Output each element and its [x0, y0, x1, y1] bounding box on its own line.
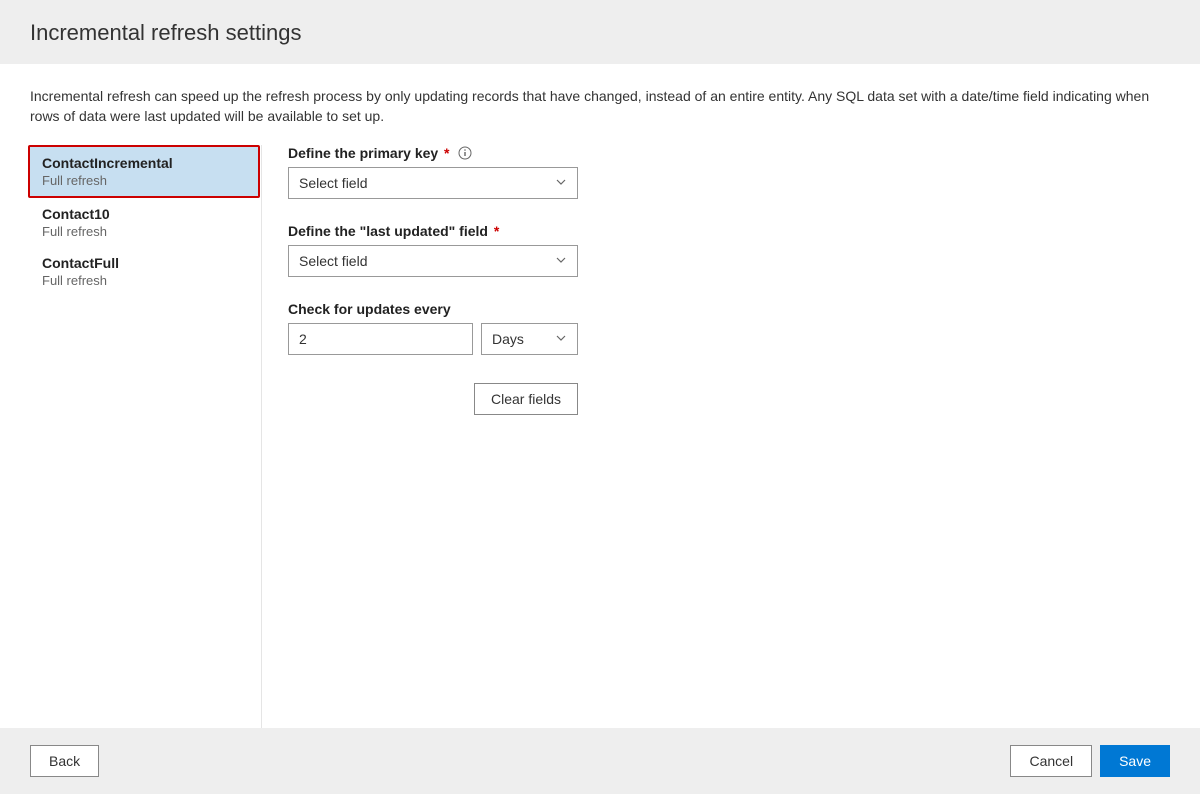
last-updated-value: Select field: [299, 253, 367, 269]
entity-name: ContactFull: [42, 255, 246, 271]
check-updates-label: Check for updates every: [288, 301, 451, 317]
save-button[interactable]: Save: [1100, 745, 1170, 777]
entity-item-contact10[interactable]: Contact10 Full refresh: [30, 198, 258, 247]
last-updated-label: Define the "last updated" field *: [288, 223, 499, 239]
chevron-down-icon: [555, 331, 567, 347]
check-unit-select[interactable]: Days: [481, 323, 578, 355]
entity-refresh-type: Full refresh: [42, 224, 246, 239]
info-icon[interactable]: [458, 146, 472, 160]
cancel-button[interactable]: Cancel: [1010, 745, 1092, 777]
entity-item-contactincremental[interactable]: ContactIncremental Full refresh: [28, 145, 260, 198]
check-unit-value: Days: [492, 331, 524, 347]
entity-refresh-type: Full refresh: [42, 273, 246, 288]
page-description: Incremental refresh can speed up the ref…: [30, 86, 1170, 127]
last-updated-select[interactable]: Select field: [288, 245, 578, 277]
settings-form: Define the primary key * Select field: [262, 145, 1170, 728]
content-panel: Incremental refresh can speed up the ref…: [0, 64, 1200, 729]
footer-bar: Back Cancel Save: [0, 728, 1200, 794]
required-indicator: *: [440, 145, 449, 161]
clear-fields-button[interactable]: Clear fields: [474, 383, 578, 415]
page-title: Incremental refresh settings: [0, 0, 1200, 64]
primary-key-label: Define the primary key *: [288, 145, 450, 161]
check-interval-input[interactable]: [288, 323, 473, 355]
entity-item-contactfull[interactable]: ContactFull Full refresh: [30, 247, 258, 296]
entity-list: ContactIncremental Full refresh Contact1…: [30, 145, 262, 728]
primary-key-value: Select field: [299, 175, 367, 191]
chevron-down-icon: [555, 175, 567, 191]
back-button[interactable]: Back: [30, 745, 99, 777]
required-indicator: *: [490, 223, 499, 239]
entity-refresh-type: Full refresh: [42, 173, 246, 188]
primary-key-select[interactable]: Select field: [288, 167, 578, 199]
entity-name: ContactIncremental: [42, 155, 246, 171]
entity-name: Contact10: [42, 206, 246, 222]
chevron-down-icon: [555, 253, 567, 269]
